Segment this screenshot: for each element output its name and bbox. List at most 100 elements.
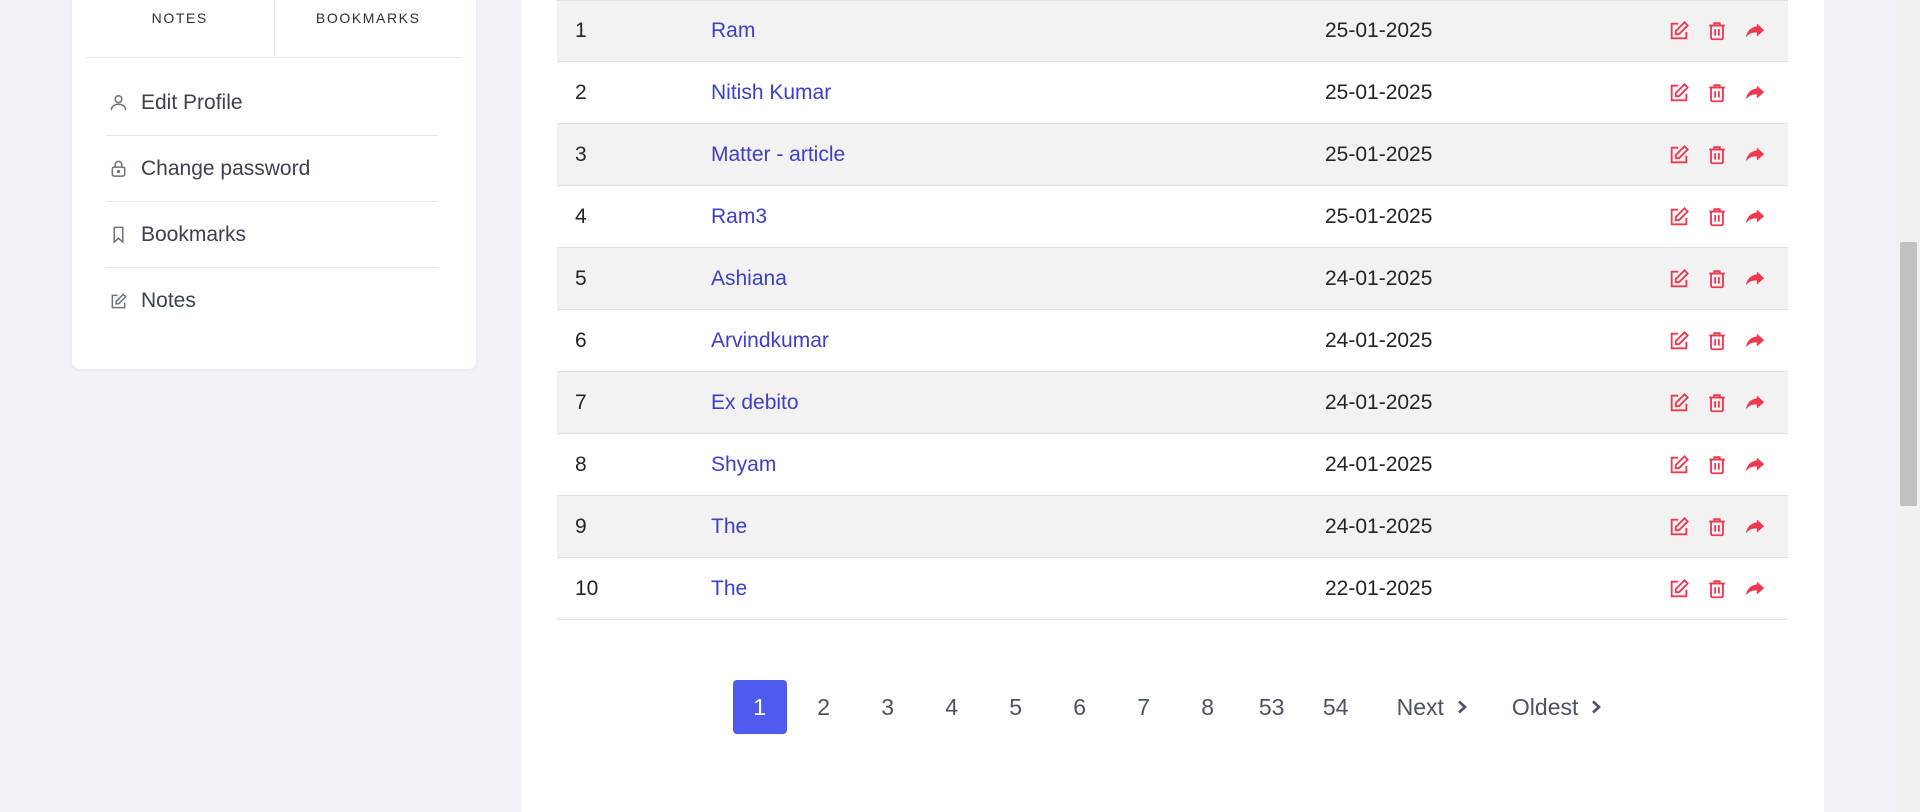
page-link[interactable]: 8 bbox=[1181, 680, 1235, 734]
page-link[interactable]: 5 bbox=[989, 680, 1043, 734]
page-link[interactable]: 54 bbox=[1309, 680, 1363, 734]
article-title-link[interactable]: Ram3 bbox=[711, 205, 1325, 229]
row-index: 2 bbox=[575, 80, 587, 104]
row-index: 7 bbox=[575, 390, 587, 414]
sidebar-item-label: Edit Profile bbox=[141, 90, 243, 114]
article-title-link[interactable]: The bbox=[711, 577, 1325, 601]
chevron-right-icon bbox=[1590, 700, 1602, 714]
page-link[interactable]: 3 bbox=[861, 680, 915, 734]
sidebar-item-label: Bookmarks bbox=[141, 222, 247, 246]
table-row: 6 Arvindkumar 24-01-2025 bbox=[557, 310, 1788, 372]
row-actions bbox=[1625, 18, 1788, 44]
profile-sidebar: NOTES BOOKMARKS Edit Profile Change pass… bbox=[72, 0, 476, 369]
pagination: 1 2 3 4 5 6 7 8 53 54 Next Oldest bbox=[521, 680, 1824, 734]
user-icon bbox=[108, 93, 128, 113]
article-title-link[interactable]: Matter - article bbox=[711, 143, 1325, 167]
row-index: 10 bbox=[575, 576, 599, 600]
page-link[interactable]: 2 bbox=[797, 680, 851, 734]
trash-icon[interactable] bbox=[1704, 514, 1730, 540]
trash-icon[interactable] bbox=[1704, 266, 1730, 292]
row-index: 4 bbox=[575, 204, 587, 228]
page-link[interactable]: 7 bbox=[1117, 680, 1171, 734]
chevron-right-icon bbox=[1456, 700, 1468, 714]
table-row: 8 Shyam 24-01-2025 bbox=[557, 434, 1788, 496]
sidebar-item-label: Notes bbox=[141, 289, 196, 312]
lock-icon bbox=[108, 159, 128, 179]
row-index: 6 bbox=[575, 328, 587, 352]
trash-icon[interactable] bbox=[1704, 576, 1730, 602]
article-title-link[interactable]: Ram bbox=[711, 19, 1325, 43]
edit-note-icon bbox=[108, 291, 128, 311]
edit-icon[interactable] bbox=[1666, 142, 1692, 168]
sidebar-item-notes[interactable]: Notes bbox=[106, 268, 438, 334]
page-link[interactable]: 6 bbox=[1053, 680, 1107, 734]
tab-notes[interactable]: NOTES bbox=[86, 0, 275, 57]
edit-icon[interactable] bbox=[1666, 266, 1692, 292]
articles-panel: 1 Ram 25-01-2025 2 Nitish Kumar 25-01-20… bbox=[521, 0, 1824, 812]
oldest-page-button[interactable]: Oldest bbox=[1502, 680, 1612, 734]
trash-icon[interactable] bbox=[1704, 390, 1730, 416]
table-row: 2 Nitish Kumar 25-01-2025 bbox=[557, 62, 1788, 124]
edit-icon[interactable] bbox=[1666, 18, 1692, 44]
page-scrollbar[interactable] bbox=[1896, 0, 1920, 812]
tab-bookmarks[interactable]: BOOKMARKS bbox=[275, 0, 463, 57]
table-row: 7 Ex debito 24-01-2025 bbox=[557, 372, 1788, 434]
trash-icon[interactable] bbox=[1704, 142, 1730, 168]
article-date: 25-01-2025 bbox=[1325, 19, 1433, 42]
share-icon[interactable] bbox=[1742, 266, 1768, 292]
sidebar-item-bookmarks[interactable]: Bookmarks bbox=[106, 202, 438, 268]
trash-icon[interactable] bbox=[1704, 452, 1730, 478]
share-icon[interactable] bbox=[1742, 576, 1768, 602]
edit-icon[interactable] bbox=[1666, 204, 1692, 230]
edit-icon[interactable] bbox=[1666, 390, 1692, 416]
row-index: 9 bbox=[575, 514, 587, 538]
share-icon[interactable] bbox=[1742, 452, 1768, 478]
trash-icon[interactable] bbox=[1704, 328, 1730, 354]
article-date: 24-01-2025 bbox=[1325, 452, 1433, 476]
article-title-link[interactable]: Shyam bbox=[711, 453, 1325, 477]
trash-icon[interactable] bbox=[1704, 18, 1730, 44]
row-actions bbox=[1625, 452, 1788, 478]
share-icon[interactable] bbox=[1742, 514, 1768, 540]
article-date: 24-01-2025 bbox=[1325, 390, 1433, 414]
article-title-link[interactable]: Arvindkumar bbox=[711, 329, 1325, 353]
scrollbar-thumb[interactable] bbox=[1900, 242, 1917, 506]
edit-icon[interactable] bbox=[1666, 452, 1692, 478]
article-title-link[interactable]: The bbox=[711, 515, 1325, 539]
edit-icon[interactable] bbox=[1666, 514, 1692, 540]
edit-icon[interactable] bbox=[1666, 80, 1692, 106]
share-icon[interactable] bbox=[1742, 142, 1768, 168]
page-link[interactable]: 53 bbox=[1245, 680, 1299, 734]
article-title-link[interactable]: Nitish Kumar bbox=[711, 81, 1325, 105]
row-actions bbox=[1625, 266, 1788, 292]
share-icon[interactable] bbox=[1742, 328, 1768, 354]
page-link[interactable]: 4 bbox=[925, 680, 979, 734]
row-actions bbox=[1625, 390, 1788, 416]
articles-table: 1 Ram 25-01-2025 2 Nitish Kumar 25-01-20… bbox=[557, 0, 1788, 620]
next-page-button[interactable]: Next bbox=[1387, 680, 1478, 734]
sidebar-tabs: NOTES BOOKMARKS bbox=[86, 0, 462, 58]
share-icon[interactable] bbox=[1742, 80, 1768, 106]
sidebar-item-change-password[interactable]: Change password bbox=[106, 136, 438, 202]
article-title-link[interactable]: Ex debito bbox=[711, 391, 1325, 415]
trash-icon[interactable] bbox=[1704, 80, 1730, 106]
table-row: 1 Ram 25-01-2025 bbox=[557, 0, 1788, 62]
row-actions bbox=[1625, 80, 1788, 106]
article-date: 22-01-2025 bbox=[1325, 576, 1433, 600]
share-icon[interactable] bbox=[1742, 390, 1768, 416]
next-label: Next bbox=[1396, 693, 1444, 720]
row-actions bbox=[1625, 576, 1788, 602]
article-date: 25-01-2025 bbox=[1325, 142, 1433, 166]
edit-icon[interactable] bbox=[1666, 328, 1692, 354]
share-icon[interactable] bbox=[1742, 18, 1768, 44]
edit-icon[interactable] bbox=[1666, 576, 1692, 602]
sidebar-item-edit-profile[interactable]: Edit Profile bbox=[106, 70, 438, 136]
trash-icon[interactable] bbox=[1704, 204, 1730, 230]
row-actions bbox=[1625, 328, 1788, 354]
page-link-current[interactable]: 1 bbox=[732, 680, 787, 734]
share-icon[interactable] bbox=[1742, 204, 1768, 230]
row-index: 5 bbox=[575, 266, 587, 290]
article-title-link[interactable]: Ashiana bbox=[711, 267, 1325, 291]
bookmark-icon bbox=[108, 225, 128, 245]
article-date: 24-01-2025 bbox=[1325, 266, 1433, 290]
